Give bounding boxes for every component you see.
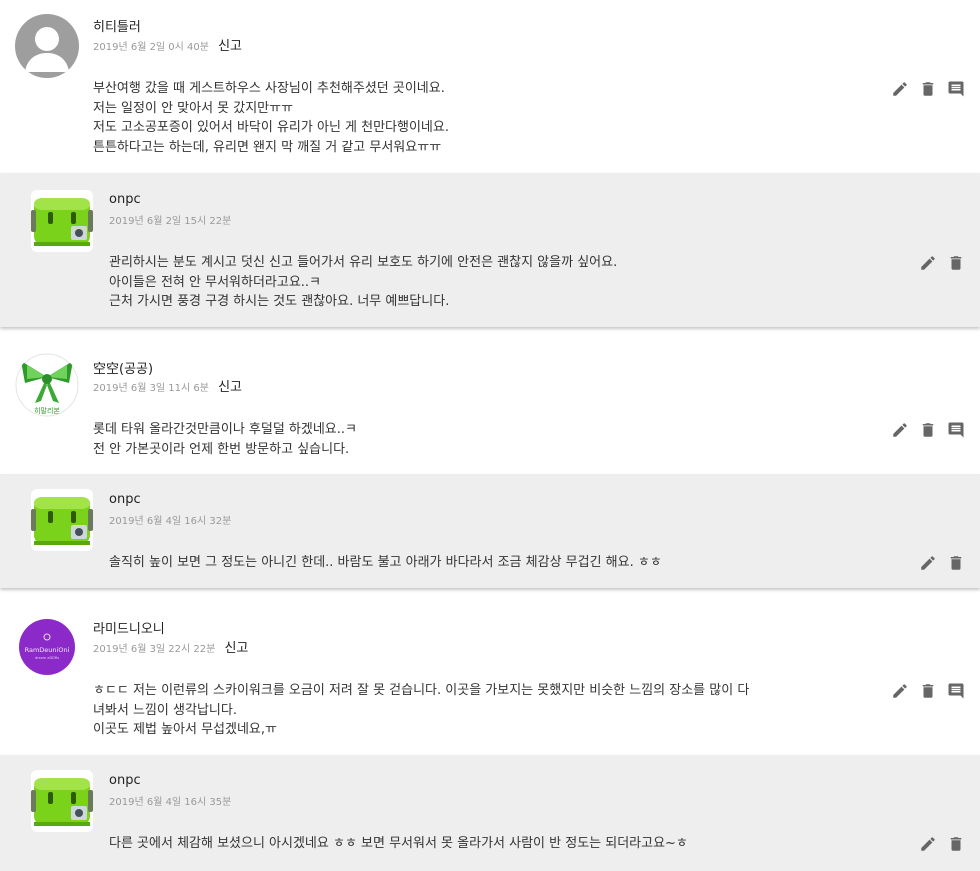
pencil-edit-icon[interactable] [919,254,937,272]
comment: 히말리본 空空(공공) 2019년 6월 3일 11시 6분 신고 롯데 타워 … [0,341,980,474]
ramdeunioni-avatar[interactable]: RamDeuniOni dream aDDRs [15,615,79,679]
reply-meta: 2019년 6월 4일 16시 35분 [109,790,231,809]
avatar-logo-text: RamDeuniOni [25,646,70,654]
comment-actions [891,682,965,700]
trash-delete-icon[interactable] [919,80,937,98]
comment-reply-icon[interactable] [947,682,965,700]
comment-line: 부산여행 갔을 때 게스트하우스 사장님이 추천해주셨던 곳이네요. [93,81,445,96]
pencil-edit-icon[interactable] [919,835,937,853]
reply-date: 2019년 6월 4일 16시 32분 [109,516,232,527]
robot-avatar[interactable] [31,190,93,252]
comment-reply-icon[interactable] [947,421,965,439]
comment-body: ㅎㄷㄷ 저는 이런류의 스카이워크를 오금이 저려 잘 못 걷습니다. 이곳을 … [93,681,749,740]
reply-date: 2019년 6월 2일 15시 22분 [109,216,232,227]
reply: onpc 2019년 6월 2일 15시 22분 관리하시는 분도 계시고 덧신… [0,173,980,327]
reply-body: 관리하시는 분도 계시고 덧신 신고 들어가서 유리 보호도 하기에 안전은 괜… [109,253,617,312]
comment-line: 튼튼하다고는 하는데, 유리면 왠지 막 깨질 거 같고 무서워요ㅠㅠ [93,139,442,155]
comment-line: 녀봐서 느낌이 생각납니다. [93,702,237,718]
trash-delete-icon[interactable] [919,682,937,700]
report-link[interactable]: 신고 [224,641,248,656]
comment-meta: 2019년 6월 3일 11시 6분 신고 [93,376,242,395]
reply-meta: 2019년 6월 2일 15시 22분 [109,209,231,228]
reply-body: 솔직히 높이 보면 그 정도는 아니긴 한데.. 바람도 불고 아래가 바다라서… [109,553,662,573]
robot-avatar[interactable] [31,489,93,551]
comment-meta: 2019년 6월 2일 0시 40분 신고 [93,35,242,54]
pencil-edit-icon[interactable] [891,682,909,700]
reply-actions [919,254,965,272]
reply-author[interactable]: onpc [109,192,141,207]
comment-author[interactable]: 히티틀러 [93,16,141,35]
pencil-edit-icon[interactable] [891,421,909,439]
avatar-logo-text: 히말리본 [34,406,60,415]
reply-body: 다른 곳에서 체감해 보셨으니 아시겠네요 ㅎㅎ 보면 무서워서 못 올라가서 … [109,834,688,854]
comment-line: 전 안 가본곳이라 언제 한번 방문하고 싶습니다. [93,441,350,457]
comment-date: 2019년 6월 3일 11시 6분 [93,383,209,394]
comment-date: 2019년 6월 2일 0시 40분 [93,42,209,53]
comment-actions [891,80,965,98]
trash-delete-icon[interactable] [947,254,965,272]
reply-actions [919,554,965,572]
comment-line: ㅎㄷㄷ 저는 이런류의 스카이워크를 오금이 저려 잘 못 걷습니다. 이곳을 … [93,683,750,698]
reply-line: 관리하시는 분도 계시고 덧신 신고 들어가서 유리 보호도 하기에 안전은 괜… [109,255,618,270]
reply-line: 근처 가시면 풍경 구경 하시는 것도 괜찮아요. 너무 예쁘답니다. [109,294,450,309]
reply-actions [919,835,965,853]
reply-line: 다른 곳에서 체감해 보셨으니 아시겠네요 ㅎㅎ 보면 무서워서 못 올라가서 … [109,836,688,851]
comment-date: 2019년 6월 3일 22시 22분 [93,644,216,655]
ribbon-avatar[interactable]: 히말리본 [15,353,79,417]
comment-body: 롯데 타워 올라간것만큼이나 후덜덜 하겠네요..ㅋ 전 안 가본곳이라 언제 … [93,420,357,459]
pencil-edit-icon[interactable] [891,80,909,98]
trash-delete-icon[interactable] [947,554,965,572]
reply-line: 솔직히 높이 보면 그 정도는 아니긴 한데.. 바람도 불고 아래가 바다라서… [109,555,662,570]
comment-line: 이곳도 제법 높아서 무섭겠네요,ㅠ [93,722,277,737]
comment-line: 저는 일정이 안 맞아서 못 갔지만ㅠㅠ [93,100,294,116]
comment-reply-icon[interactable] [947,80,965,98]
reply-author[interactable]: onpc [109,773,141,788]
reply: onpc 2019년 6월 4일 16시 35분 다른 곳에서 체감해 보셨으니… [0,755,980,871]
robot-avatar[interactable] [31,770,93,832]
trash-delete-icon[interactable] [947,835,965,853]
trash-delete-icon[interactable] [919,421,937,439]
report-link[interactable]: 신고 [218,380,242,395]
comment: 히티틀러 2019년 6월 2일 0시 40분 신고 부산여행 갔을 때 게스트… [0,0,980,172]
comment-author[interactable]: 空空(공공) [93,358,153,377]
comment-actions [891,421,965,439]
reply: onpc 2019년 6월 4일 16시 32분 솔직히 높이 보면 그 정도는… [0,474,980,588]
pencil-edit-icon[interactable] [919,554,937,572]
reply-meta: 2019년 6월 4일 16시 32분 [109,509,231,528]
reply-author[interactable]: onpc [109,492,141,507]
avatar-logo-subtext: dream aDDRs [35,656,59,660]
comment-meta: 2019년 6월 3일 22시 22분 신고 [93,637,248,656]
comment-line: 저도 고소공포증이 있어서 바닥이 유리가 아닌 게 천만다행이네요. [93,120,449,135]
reply-date: 2019년 6월 4일 16시 35분 [109,797,232,808]
comment-author[interactable]: 라미드니오니 [93,618,165,637]
comment: RamDeuniOni dream aDDRs 라미드니오니 2019년 6월 … [0,602,980,754]
default-user-avatar[interactable] [15,14,79,78]
comment-line: 롯데 타워 올라간것만큼이나 후덜덜 하겠네요..ㅋ [93,422,357,437]
comment-body: 부산여행 갔을 때 게스트하우스 사장님이 추천해주셨던 곳이네요. 저는 일정… [93,79,449,157]
reply-line: 아이들은 전혀 안 무서워하더라고요..ㅋ [109,274,322,290]
report-link[interactable]: 신고 [218,39,242,54]
